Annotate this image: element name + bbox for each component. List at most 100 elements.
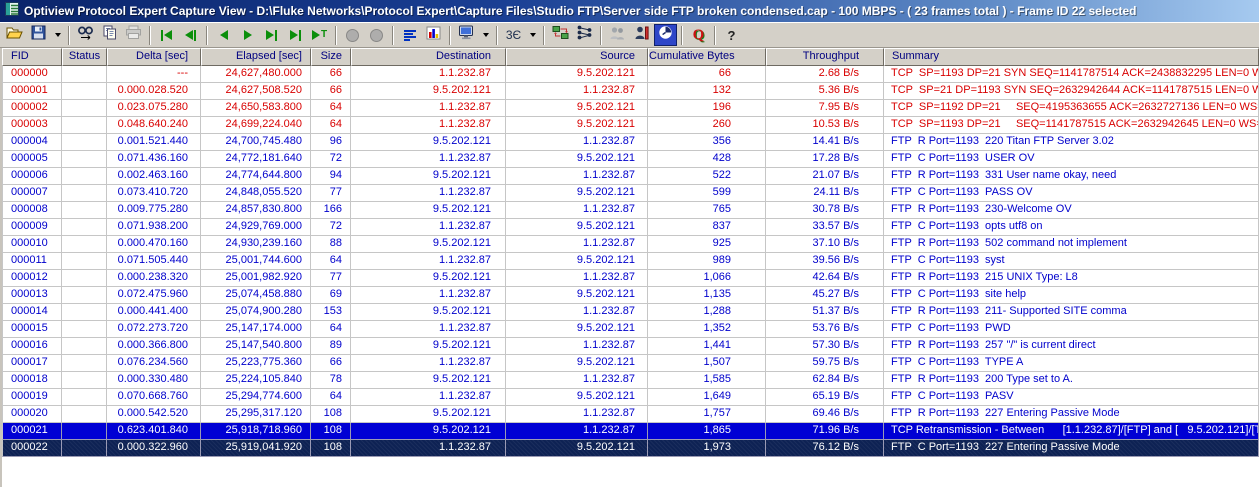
cell-elapsed: 25,074,458.880	[201, 287, 311, 304]
cell-throughput: 17.28 B/s	[766, 151, 884, 168]
cell-elapsed: 24,650,583.800	[201, 100, 311, 117]
table-row-000012[interactable]: 0000120.000.238.32025,001,982.920779.5.2…	[2, 270, 1259, 287]
find-button[interactable]	[74, 24, 97, 46]
toolbar-separator	[206, 26, 208, 45]
cell-cumulative: 356	[648, 134, 766, 151]
capture-filter-button[interactable]: 3Є	[502, 24, 525, 46]
toolbar-separator	[68, 26, 70, 45]
cell-throughput: 57.30 B/s	[766, 338, 884, 355]
table-row-000006[interactable]: 0000060.002.463.16024,774,644.800949.5.2…	[2, 168, 1259, 185]
table-row-000018[interactable]: 0000180.000.330.48025,224,105.840789.5.2…	[2, 372, 1259, 389]
table-row-000016[interactable]: 0000160.000.366.80025,147,540.800899.5.2…	[2, 338, 1259, 355]
save-button[interactable]	[27, 24, 50, 46]
cell-elapsed: 24,930,239.160	[201, 236, 311, 253]
monitor-dropdown-button[interactable]	[479, 24, 492, 46]
column-header-summary[interactable]: Summary	[884, 48, 1259, 66]
cell-destination: 1.1.232.87	[351, 219, 506, 236]
cell-summary: FTP R Port=1193 331 User name okay, need	[884, 168, 1259, 185]
sequence-view-button[interactable]	[573, 24, 596, 46]
monitor-view-button[interactable]	[455, 24, 478, 46]
column-header-destination[interactable]: Destination	[351, 48, 506, 66]
table-row-000003[interactable]: 0000030.048.640.24024,699,224.040641.1.2…	[2, 117, 1259, 134]
help-button[interactable]: ?	[720, 24, 743, 46]
goto-last-frame-button[interactable]	[284, 24, 307, 46]
print-button[interactable]	[122, 24, 145, 46]
timing-view-button[interactable]	[654, 24, 677, 46]
cell-source: 9.5.202.121	[506, 355, 648, 372]
cell-fid: 000001	[2, 83, 62, 100]
goto-prev-marked-button[interactable]	[179, 24, 202, 46]
table-row-000022[interactable]: 0000220.000.322.96025,919,041.9201081.1.…	[2, 440, 1259, 457]
next-frame-button[interactable]	[236, 24, 259, 46]
table-row-000019[interactable]: 0000190.070.668.76025,294,774.600641.1.2…	[2, 389, 1259, 406]
stop-capture-button[interactable]	[341, 24, 364, 46]
column-header-elapsed[interactable]: Elapsed [sec]	[201, 48, 311, 66]
next-marked-button[interactable]	[260, 24, 283, 46]
copy-button[interactable]	[98, 24, 121, 46]
table-row-000007[interactable]: 0000070.073.410.72024,848,055.520771.1.2…	[2, 185, 1259, 202]
cell-destination: 1.1.232.87	[351, 100, 506, 117]
toolbar-separator	[543, 26, 545, 45]
table-row-000001[interactable]: 0000010.000.028.52024,627,508.520669.5.2…	[2, 83, 1259, 100]
column-header-status[interactable]: Status	[62, 48, 107, 66]
cell-status	[62, 406, 107, 423]
cell-fid: 000002	[2, 100, 62, 117]
column-header-delta[interactable]: Delta [sec]	[107, 48, 201, 66]
goto-first-frame-button[interactable]	[155, 24, 178, 46]
flow-view-button[interactable]	[549, 24, 572, 46]
cell-throughput: 76.12 B/s	[766, 440, 884, 457]
column-header-source[interactable]: Source	[506, 48, 648, 66]
goto-first-icon	[161, 30, 163, 41]
table-row-000009[interactable]: 0000090.071.938.20024,929,769.000721.1.2…	[2, 219, 1259, 236]
frame-list-view-button[interactable]	[398, 24, 421, 46]
table-row-000010[interactable]: 0000100.000.470.16024,930,239.160889.5.2…	[2, 236, 1259, 253]
cell-throughput: 14.41 B/s	[766, 134, 884, 151]
table-row-000021[interactable]: 0000210.623.401.84025,918,718.9601089.5.…	[2, 423, 1259, 440]
cell-fid: 000003	[2, 117, 62, 134]
chart-view-button[interactable]	[422, 24, 445, 46]
column-header-throughput[interactable]: Throughput	[766, 48, 884, 66]
table-row-000020[interactable]: 0000200.000.542.52025,295,317.1201089.5.…	[2, 406, 1259, 423]
toolbar: T 3Є Q ?	[0, 22, 1259, 48]
header-row: FIDStatusDelta [sec]Elapsed [sec]SizeDes…	[2, 48, 1259, 66]
expert-q-button[interactable]: Q	[687, 24, 710, 46]
cell-throughput: 24.11 B/s	[766, 185, 884, 202]
table-row-000011[interactable]: 0000110.071.505.44025,001,744.600641.1.2…	[2, 253, 1259, 270]
goto-last-icon	[290, 30, 298, 40]
table-row-000013[interactable]: 0000130.072.475.96025,074,458.880691.1.2…	[2, 287, 1259, 304]
cell-elapsed: 25,294,774.600	[201, 389, 311, 406]
cell-summary: FTP C Port=1193 USER OV	[884, 151, 1259, 168]
column-header-size[interactable]: Size	[311, 48, 351, 66]
cell-source: 9.5.202.121	[506, 66, 648, 83]
table-row-000002[interactable]: 0000020.023.075.28024,650,583.800641.1.2…	[2, 100, 1259, 117]
filter-dropdown-button[interactable]	[526, 24, 539, 46]
host-view-button[interactable]	[630, 24, 653, 46]
table-row-000008[interactable]: 0000080.009.775.28024,857,830.8001669.5.…	[2, 202, 1259, 219]
table-row-000014[interactable]: 0000140.000.441.40025,074,900.2801539.5.…	[2, 304, 1259, 321]
table-row-000000[interactable]: 000000---24,627,480.000661.1.232.879.5.2…	[2, 66, 1259, 83]
save-dropdown-button[interactable]	[51, 24, 64, 46]
table-row-000004[interactable]: 0000040.001.521.44024,700,745.480969.5.2…	[2, 134, 1259, 151]
column-header-cumulative[interactable]: Cumulative Bytes	[648, 48, 766, 66]
cell-delta: 0.000.330.480	[107, 372, 201, 389]
cell-source: 1.1.232.87	[506, 423, 648, 440]
cell-elapsed: 25,918,718.960	[201, 423, 311, 440]
table-row-000015[interactable]: 0000150.072.273.72025,147,174.000641.1.2…	[2, 321, 1259, 338]
table-row-000005[interactable]: 0000050.071.436.16024,772,181.640721.1.2…	[2, 151, 1259, 168]
cell-source: 1.1.232.87	[506, 168, 648, 185]
ladder-sequence-icon	[577, 25, 592, 45]
cell-size: 108	[311, 440, 351, 457]
stop-monitor-button[interactable]	[365, 24, 388, 46]
cell-destination: 9.5.202.121	[351, 168, 506, 185]
conversations-button[interactable]	[606, 24, 629, 46]
cell-elapsed: 25,147,174.000	[201, 321, 311, 338]
cell-delta: 0.073.410.720	[107, 185, 201, 202]
column-header-fid[interactable]: FID	[2, 48, 62, 66]
cell-throughput: 21.07 B/s	[766, 168, 884, 185]
open-capture-button[interactable]	[3, 24, 26, 46]
goto-trigger-button[interactable]: T	[308, 24, 331, 46]
table-row-000017[interactable]: 0000170.076.234.56025,223,775.360661.1.2…	[2, 355, 1259, 372]
prev-frame-button[interactable]	[212, 24, 235, 46]
cell-fid: 000018	[2, 372, 62, 389]
cell-status	[62, 83, 107, 100]
